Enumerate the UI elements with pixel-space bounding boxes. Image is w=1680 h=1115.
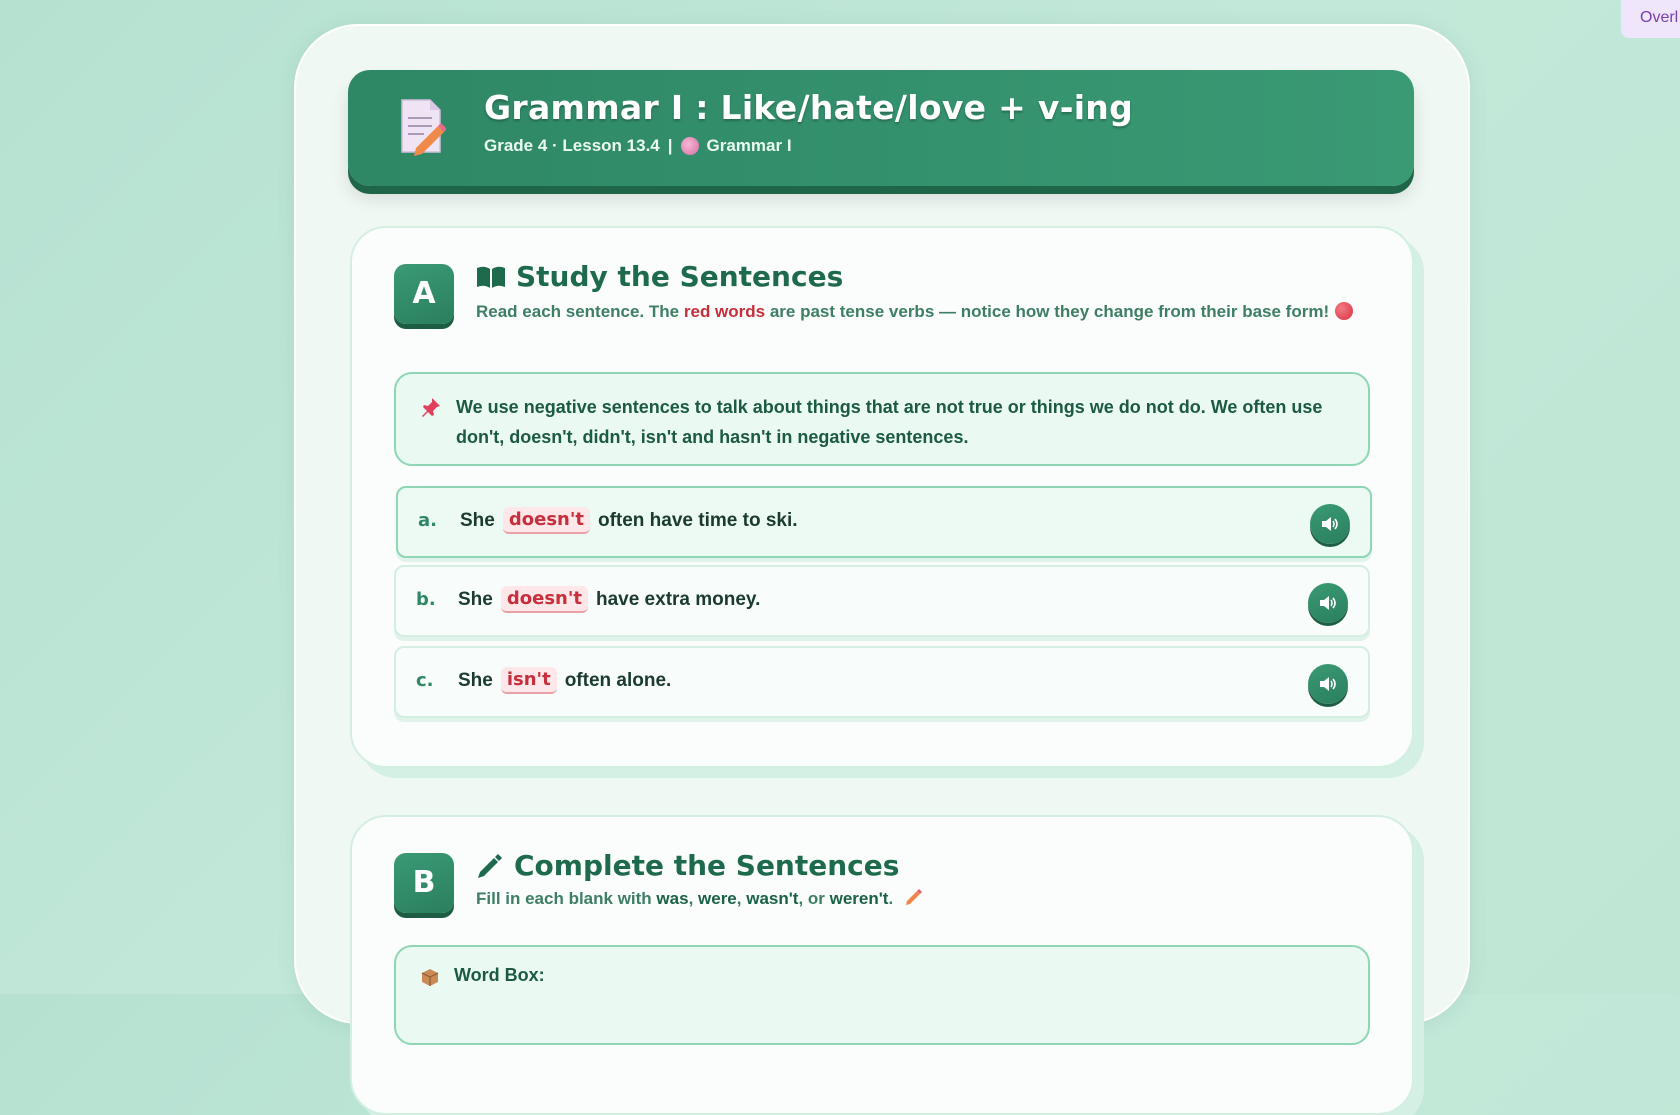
sentence-before: She bbox=[460, 509, 495, 531]
lesson-header: Grammar I : Like/hate/love + v-ing Grade… bbox=[348, 70, 1414, 186]
sentence-label: a. bbox=[418, 510, 437, 531]
brain-icon bbox=[680, 137, 699, 155]
keyword-was: was bbox=[656, 889, 689, 908]
word-box-label: Word Box: bbox=[454, 965, 545, 985]
grammar-note: We use negative sentences to talk about … bbox=[394, 372, 1370, 466]
package-icon bbox=[421, 969, 439, 986]
desc-text: Read each sentence. The bbox=[476, 302, 684, 321]
section-b-card: B Complete the Sentences Fill in each bl… bbox=[350, 815, 1414, 1115]
open-book-icon bbox=[477, 266, 505, 288]
section-a-title: Study the Sentences bbox=[476, 260, 843, 293]
grade-lesson: Grade 4 · Lesson 13.4 bbox=[484, 136, 660, 155]
desc-highlight: red words bbox=[683, 302, 766, 321]
desc-text-end: are past tense verbs — notice how they c… bbox=[765, 302, 1330, 321]
desc-separator: , or bbox=[798, 889, 830, 908]
sentence-row-a[interactable]: a. She doesn't often have time to ski. bbox=[396, 486, 1372, 558]
page-title: Grammar I : Like/hate/love + v-ing bbox=[484, 88, 1134, 127]
small-pencil-icon bbox=[905, 889, 922, 905]
speaker-icon bbox=[1320, 596, 1336, 610]
lesson-subtitle: Grade 4 · Lesson 13.4 | Grammar I bbox=[484, 136, 792, 156]
desc-text: Fill in each blank with bbox=[476, 889, 657, 908]
section-name: Grammar I bbox=[706, 136, 792, 155]
sentence-label: c. bbox=[416, 670, 434, 691]
sentence-after: have extra money. bbox=[595, 588, 761, 610]
speaker-icon bbox=[1320, 677, 1336, 691]
section-b-title-text: Complete the Sentences bbox=[514, 849, 900, 882]
sentence-row-b[interactable]: b. She doesn't have extra money. bbox=[394, 565, 1370, 637]
desc-separator: , bbox=[736, 889, 747, 908]
section-b-badge: B bbox=[394, 853, 454, 913]
sentence-text: She doesn't have extra money. bbox=[458, 586, 760, 613]
pencil-icon bbox=[478, 853, 502, 878]
desc-end: . bbox=[888, 889, 894, 908]
sentence-before: She bbox=[458, 588, 493, 610]
sentence-label: b. bbox=[416, 589, 436, 610]
sentence-highlight: doesn't bbox=[500, 586, 588, 613]
keyword-wasnt: wasn't bbox=[746, 889, 799, 908]
speaker-button[interactable] bbox=[1310, 504, 1350, 544]
note-text: We use negative sentences to talk about … bbox=[456, 397, 1323, 447]
sentence-row-c[interactable]: c. She isn't often alone. bbox=[394, 646, 1370, 718]
section-a-card: A Study the Sentences Read each sentence… bbox=[350, 226, 1414, 768]
sentence-text: She doesn't often have time to ski. bbox=[460, 507, 798, 534]
speaker-button[interactable] bbox=[1308, 583, 1348, 623]
subtitle-separator: | bbox=[667, 136, 673, 155]
sentence-highlight: isn't bbox=[500, 667, 557, 694]
pushpin-icon bbox=[422, 398, 440, 417]
desc-separator: , bbox=[688, 889, 699, 908]
red-circle-icon bbox=[1335, 302, 1354, 320]
speaker-button[interactable] bbox=[1308, 664, 1348, 704]
keyword-were: were bbox=[698, 889, 737, 908]
sentence-before: She bbox=[458, 669, 493, 691]
speaker-icon bbox=[1322, 517, 1338, 531]
sentence-highlight: doesn't bbox=[502, 507, 590, 534]
sentence-after: often have time to ski. bbox=[597, 509, 798, 531]
word-box: Word Box: bbox=[394, 945, 1370, 1045]
section-b-title: Complete the Sentences bbox=[476, 849, 899, 882]
keyword-werent: weren't bbox=[829, 889, 889, 908]
section-a-title-text: Study the Sentences bbox=[516, 260, 844, 293]
sentence-after: often alone. bbox=[564, 669, 672, 691]
sentence-text: She isn't often alone. bbox=[458, 667, 671, 694]
section-a-badge: A bbox=[394, 264, 454, 324]
section-a-description: Read each sentence. The red words are pa… bbox=[476, 300, 1366, 324]
memo-pencil-icon bbox=[401, 99, 446, 156]
overlay-chip[interactable]: Overl bbox=[1621, 0, 1680, 38]
section-b-description: Fill in each blank with was, were, wasn'… bbox=[476, 887, 1366, 911]
